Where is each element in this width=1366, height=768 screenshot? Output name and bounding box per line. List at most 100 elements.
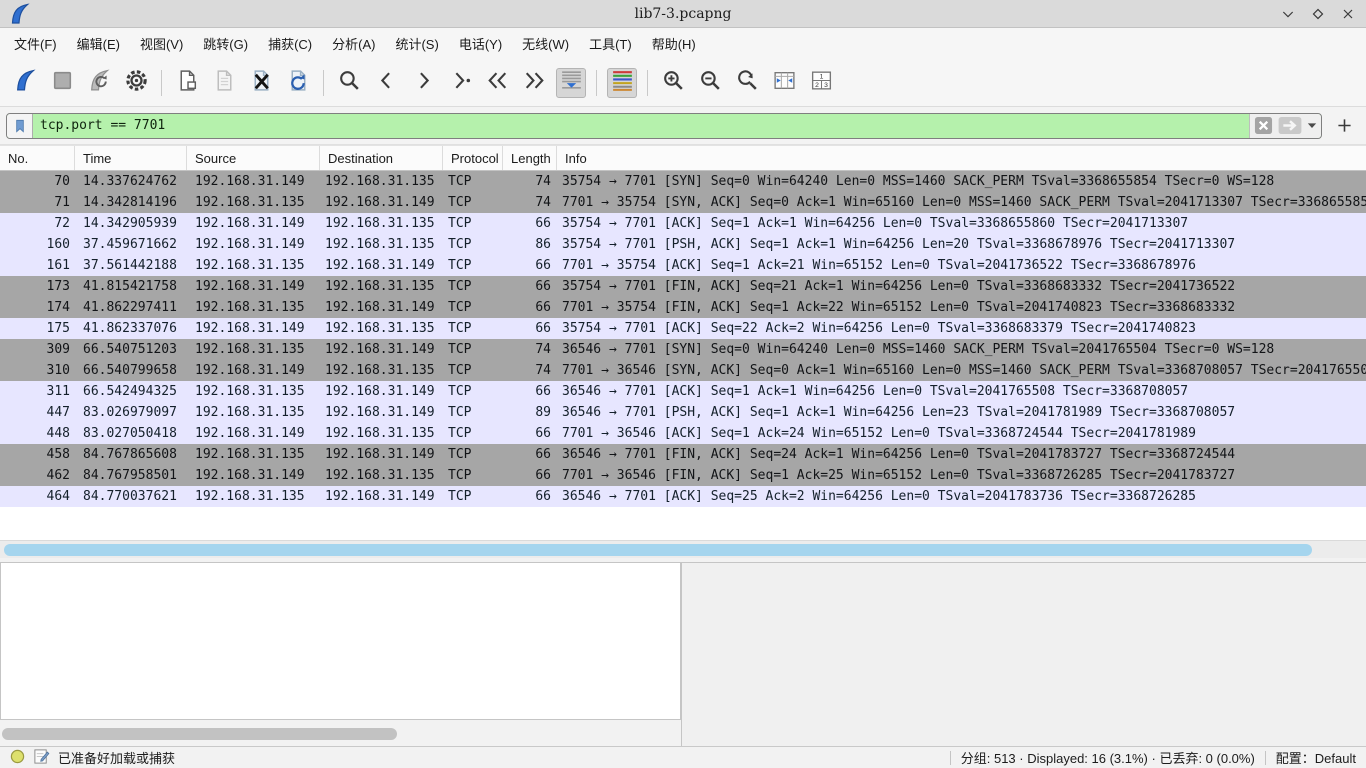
column-header-time[interactable]: Time — [75, 146, 187, 170]
toolbar-restart-capture-button[interactable] — [84, 68, 114, 98]
menu-item-3[interactable]: 跳转(G) — [193, 29, 258, 58]
status-separator — [1265, 751, 1266, 765]
menu-item-6[interactable]: 统计(S) — [385, 29, 448, 58]
toolbar-close-file-button[interactable] — [246, 68, 276, 98]
cell-info: 7701 → 36546 [SYN, ACK] Seq=0 Ack=1 Win=… — [557, 360, 1366, 381]
toolbar-auto-scroll-button[interactable] — [556, 68, 586, 98]
packet-row-309[interactable]: 30966.540751203192.168.31.135192.168.31.… — [0, 339, 1366, 360]
display-filter-input[interactable]: tcp.port == 7701 — [6, 113, 1322, 139]
cell-no: 448 — [0, 423, 75, 444]
toolbar-reload-file-button[interactable] — [283, 68, 313, 98]
toolbar-go-to-packet-button[interactable] — [445, 68, 475, 98]
toolbar-capture-options-button[interactable] — [121, 68, 151, 98]
menu-item-8[interactable]: 无线(W) — [512, 29, 579, 58]
menu-item-9[interactable]: 工具(T) — [579, 29, 642, 58]
toolbar-zoom-reset-button[interactable] — [732, 68, 762, 98]
packet-row-160[interactable]: 16037.459671662192.168.31.149192.168.31.… — [0, 234, 1366, 255]
packet-row-174[interactable]: 17441.862297411192.168.31.135192.168.31.… — [0, 297, 1366, 318]
toolbar-go-last-packet-button[interactable] — [519, 68, 549, 98]
packet-row-173[interactable]: 17341.815421758192.168.31.149192.168.31.… — [0, 276, 1366, 297]
cell-no: 447 — [0, 402, 75, 423]
packet-row-161[interactable]: 16137.561442188192.168.31.135192.168.31.… — [0, 255, 1366, 276]
cell-time: 83.026979097 — [75, 402, 187, 423]
chevron-right-icon — [411, 68, 436, 98]
filter-clear-button[interactable] — [1254, 116, 1273, 135]
toolbar-save-file-button[interactable] — [209, 68, 239, 98]
double-chevron-right-icon — [522, 68, 547, 98]
cell-len: 66 — [503, 276, 557, 297]
cell-dst: 192.168.31.149 — [320, 255, 443, 276]
toolbar-colorize-button[interactable] — [607, 68, 637, 98]
packet-row-71[interactable]: 7114.342814196192.168.31.135192.168.31.1… — [0, 192, 1366, 213]
toolbar-go-forward-button[interactable] — [408, 68, 438, 98]
cell-proto: TCP — [443, 465, 503, 486]
toolbar-separator — [596, 70, 597, 96]
cell-src: 192.168.31.149 — [187, 171, 320, 192]
cell-no: 72 — [0, 213, 75, 234]
menu-item-7[interactable]: 电话(Y) — [449, 29, 512, 58]
minimize-button[interactable] — [1278, 4, 1298, 24]
gear-icon — [124, 68, 149, 98]
packet-row-310[interactable]: 31066.540799658192.168.31.149192.168.31.… — [0, 360, 1366, 381]
packet-row-462[interactable]: 46284.767958501192.168.31.149192.168.31.… — [0, 465, 1366, 486]
filter-add-button[interactable] — [1332, 114, 1356, 138]
close-button[interactable] — [1338, 4, 1358, 24]
packet-row-464[interactable]: 46484.770037621192.168.31.135192.168.31.… — [0, 486, 1366, 507]
packet-row-447[interactable]: 44783.026979097192.168.31.135192.168.31.… — [0, 402, 1366, 423]
packet-detail-hscrollbar[interactable] — [2, 728, 678, 742]
toolbar-find-packet-button[interactable] — [334, 68, 364, 98]
toolbar-stop-capture-button[interactable] — [47, 68, 77, 98]
packet-row-175[interactable]: 17541.862337076192.168.31.149192.168.31.… — [0, 318, 1366, 339]
toolbar-go-first-packet-button[interactable] — [482, 68, 512, 98]
menu-item-4[interactable]: 捕获(C) — [258, 29, 322, 58]
packet-list-hscrollbar-thumb[interactable] — [4, 544, 1312, 556]
cell-len: 66 — [503, 297, 557, 318]
packet-row-311[interactable]: 31166.542494325192.168.31.135192.168.31.… — [0, 381, 1366, 402]
cell-no: 175 — [0, 318, 75, 339]
cell-len: 66 — [503, 444, 557, 465]
column-header-no[interactable]: No. — [0, 146, 75, 170]
cell-time: 41.815421758 — [75, 276, 187, 297]
filter-apply-button[interactable] — [1277, 116, 1303, 135]
column-header-protocol[interactable]: Protocol — [443, 146, 503, 170]
chevron-right-dot-icon — [448, 68, 473, 98]
expert-info-icon[interactable] — [10, 749, 25, 767]
menu-item-0[interactable]: 文件(F) — [4, 29, 67, 58]
maximize-button[interactable] — [1308, 4, 1328, 24]
menu-item-10[interactable]: 帮助(H) — [642, 29, 706, 58]
column-header-info[interactable]: Info — [557, 146, 1366, 170]
status-profile[interactable]: 配置：Default — [1276, 748, 1356, 767]
filter-dropdown-caret[interactable] — [1307, 122, 1317, 129]
menu-item-1[interactable]: 编辑(E) — [67, 29, 130, 58]
doc-close-icon — [249, 68, 274, 98]
packet-list-hscrollbar[interactable] — [0, 540, 1366, 558]
toolbar-resize-columns-button[interactable] — [769, 68, 799, 98]
toolbar-open-file-button[interactable] — [172, 68, 202, 98]
filter-bookmark-button[interactable] — [7, 114, 33, 138]
toolbar-zoom-out-button[interactable] — [695, 68, 725, 98]
cell-dst: 192.168.31.135 — [320, 318, 443, 339]
filter-expression-text[interactable]: tcp.port == 7701 — [33, 114, 1249, 138]
column-header-source[interactable]: Source — [187, 146, 320, 170]
toolbar-layout-123-button[interactable]: 123 — [806, 68, 836, 98]
menu-item-5[interactable]: 分析(A) — [322, 29, 385, 58]
packet-detail-hscrollbar-thumb[interactable] — [2, 728, 397, 740]
packet-detail-pane — [0, 562, 681, 720]
toolbar-start-capture-button[interactable] — [10, 68, 40, 98]
cell-info: 36546 → 7701 [SYN] Seq=0 Win=64240 Len=0… — [557, 339, 1366, 360]
cell-dst: 192.168.31.135 — [320, 423, 443, 444]
cell-time: 41.862337076 — [75, 318, 187, 339]
packet-row-72[interactable]: 7214.342905939192.168.31.149192.168.31.1… — [0, 213, 1366, 234]
capture-comment-icon[interactable] — [33, 748, 50, 768]
packet-row-70[interactable]: 7014.337624762192.168.31.149192.168.31.1… — [0, 171, 1366, 192]
packet-row-448[interactable]: 44883.027050418192.168.31.149192.168.31.… — [0, 423, 1366, 444]
menu-item-2[interactable]: 视图(V) — [130, 29, 193, 58]
toolbar-zoom-in-button[interactable] — [658, 68, 688, 98]
magnifier-minus-icon — [698, 68, 723, 98]
packet-row-458[interactable]: 45884.767865608192.168.31.135192.168.31.… — [0, 444, 1366, 465]
cell-proto: TCP — [443, 318, 503, 339]
cell-src: 192.168.31.135 — [187, 381, 320, 402]
toolbar-go-back-button[interactable] — [371, 68, 401, 98]
column-header-destination[interactable]: Destination — [320, 146, 443, 170]
column-header-length[interactable]: Length — [503, 146, 557, 170]
